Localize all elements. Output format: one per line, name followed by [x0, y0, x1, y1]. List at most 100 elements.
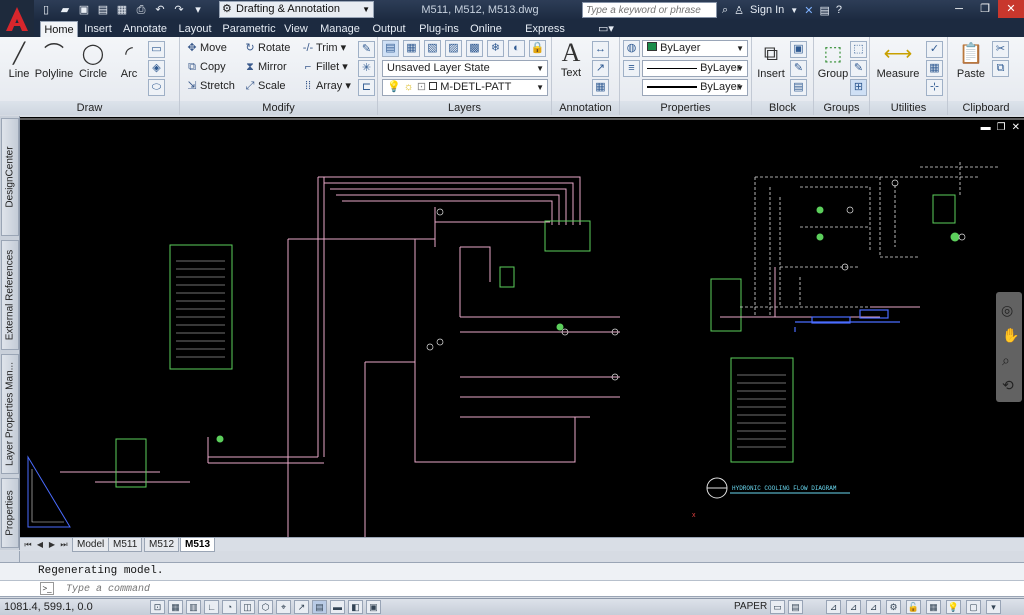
dynamic-ucs-icon[interactable]: ↗: [294, 600, 309, 614]
orbit-icon[interactable]: ⟲: [1002, 377, 1014, 394]
lineweight-dropdown[interactable]: ByLayer ▼: [642, 79, 748, 96]
web-mobile-icon[interactable]: ▦: [114, 2, 130, 18]
last-layout-icon[interactable]: ⏭: [58, 538, 70, 551]
quick-view-drawings-icon[interactable]: ▤: [788, 600, 803, 614]
steering-wheel-icon[interactable]: ◎: [1001, 302, 1013, 319]
edit-block-icon[interactable]: ✎: [790, 60, 807, 77]
current-layer-dropdown[interactable]: 💡 ☼ ⊡ M-DETL-PATT ▼: [382, 79, 548, 96]
trim-button[interactable]: -/- Trim ▾: [300, 39, 346, 57]
help-icon[interactable]: ?: [836, 4, 842, 16]
arc-button[interactable]: ◜ Arc: [110, 40, 148, 80]
app-store-icon[interactable]: ▤: [819, 4, 829, 17]
ribbon-minimize-icon[interactable]: ▭▾: [594, 21, 618, 37]
restore-icon[interactable]: ❐: [972, 0, 998, 18]
workspace-switching-icon[interactable]: ⚙: [886, 600, 901, 614]
prev-layout-icon[interactable]: ◀: [34, 538, 46, 551]
layout-tab-m511[interactable]: M511: [108, 538, 143, 552]
text-button[interactable]: A Text: [552, 39, 590, 80]
pan-icon[interactable]: ✋: [1002, 327, 1019, 344]
lineweight-icon[interactable]: ▬: [330, 600, 345, 614]
annotation-panel-title[interactable]: Annotation: [552, 101, 619, 115]
tab-annotate[interactable]: Annotate: [120, 21, 170, 37]
grid-display-icon[interactable]: ▥: [186, 600, 201, 614]
dimension-icon[interactable]: ↔: [592, 41, 609, 58]
groups-panel-title[interactable]: Groups: [814, 101, 869, 115]
layer-lock-icon[interactable]: 🔒: [529, 40, 546, 57]
point-style-icon[interactable]: ⊹: [926, 79, 943, 96]
tab-insert[interactable]: Insert: [80, 21, 116, 37]
layer-freeze-icon[interactable]: ❄: [487, 40, 504, 57]
paste-button[interactable]: 📋 Paste: [952, 40, 990, 80]
cut-icon[interactable]: ✂: [992, 41, 1009, 58]
first-layout-icon[interactable]: ⏮: [22, 538, 34, 551]
line-button[interactable]: ╱ Line: [0, 40, 38, 80]
workspace-dropdown[interactable]: ⚙ Drafting & Annotation ▼: [219, 1, 374, 18]
clean-screen-icon[interactable]: ▢: [966, 600, 981, 614]
quick-select-icon[interactable]: ✓: [926, 41, 943, 58]
dynamic-input-icon[interactable]: ▤: [312, 600, 327, 614]
isolate-objects-icon[interactable]: 💡: [946, 600, 961, 614]
polar-tracking-icon[interactable]: ◔: [222, 600, 237, 614]
properties-panel-title[interactable]: Properties: [620, 101, 751, 115]
leader-icon[interactable]: ↗: [592, 60, 609, 77]
fillet-button[interactable]: ⌐ Fillet ▾: [300, 58, 348, 76]
color-dropdown[interactable]: ByLayer ▼: [642, 40, 748, 57]
user-icon[interactable]: ♙: [734, 4, 744, 17]
measure-button[interactable]: ⟷ Measure: [876, 40, 920, 80]
tab-home[interactable]: Home: [40, 21, 78, 37]
save-icon[interactable]: ▣: [76, 2, 92, 18]
table-icon[interactable]: ▦: [592, 79, 609, 96]
erase-icon[interactable]: ✎: [358, 41, 375, 58]
circle-button[interactable]: ◯ Circle: [74, 40, 112, 80]
create-block-icon[interactable]: ▣: [790, 41, 807, 58]
sign-in-link[interactable]: Sign In: [750, 4, 784, 16]
properties-palette-tab[interactable]: Properties: [1, 478, 19, 548]
close-viewport-icon[interactable]: ✕: [1012, 122, 1020, 133]
rotate-button[interactable]: ↻ Rotate: [242, 39, 290, 57]
tab-express-tools[interactable]: Express Tools: [512, 21, 578, 51]
layer-match-icon[interactable]: ▦: [403, 40, 420, 57]
quick-properties-icon[interactable]: ▣: [366, 600, 381, 614]
object-snap-icon[interactable]: ◫: [240, 600, 255, 614]
3d-object-snap-icon[interactable]: ⬡: [258, 600, 273, 614]
restore-viewport-icon[interactable]: ❐: [997, 122, 1006, 133]
designcenter-palette-tab[interactable]: DesignCenter: [1, 118, 19, 236]
move-button[interactable]: ✥ Move: [184, 39, 227, 57]
annotation-scale-icon[interactable]: ⊿: [826, 600, 841, 614]
tab-manage[interactable]: Manage: [318, 21, 362, 37]
group-button[interactable]: ⬚ Group: [814, 40, 852, 80]
hardware-acceleration-icon[interactable]: ▦: [926, 600, 941, 614]
minimize-icon[interactable]: ─: [946, 0, 972, 18]
clipboard-panel-title[interactable]: Clipboard: [948, 101, 1024, 115]
layer-previous-icon[interactable]: ▧: [424, 40, 441, 57]
status-menu-icon[interactable]: ▾: [986, 600, 1001, 614]
search-input[interactable]: [582, 2, 717, 18]
polyline-button[interactable]: ⌒ Polyline: [34, 40, 74, 80]
layer-properties-icon[interactable]: ▤: [382, 40, 399, 57]
minimize-viewport-icon[interactable]: ▬: [981, 122, 991, 133]
hatch-icon[interactable]: ◈: [148, 60, 165, 77]
list-icon[interactable]: ≡: [623, 60, 640, 77]
search-icon[interactable]: ⌕: [722, 4, 728, 17]
ellipse-icon[interactable]: ⬭: [148, 79, 165, 96]
object-snap-tracking-icon[interactable]: ⌖: [276, 600, 291, 614]
ortho-mode-icon[interactable]: ∟: [204, 600, 219, 614]
snap-mode-icon[interactable]: ▦: [168, 600, 183, 614]
block-attribute-icon[interactable]: ▤: [790, 79, 807, 96]
insert-button[interactable]: ⧉ Insert: [752, 40, 790, 80]
layer-state-dropdown[interactable]: Unsaved Layer State ▼: [382, 60, 548, 77]
tab-plugins[interactable]: Plug-ins: [415, 21, 463, 37]
command-input[interactable]: [66, 582, 666, 596]
rectangle-icon[interactable]: ▭: [148, 41, 165, 58]
external-references-palette-tab[interactable]: External References: [1, 240, 19, 350]
undo-icon[interactable]: ↶: [152, 2, 168, 18]
layer-properties-palette-tab[interactable]: Layer Properties Man...: [1, 354, 19, 474]
next-layout-icon[interactable]: ▶: [46, 538, 58, 551]
array-button[interactable]: ⁞⁞ Array ▾: [300, 77, 351, 95]
tab-parametric[interactable]: Parametric: [221, 21, 277, 37]
lock-ui-icon[interactable]: 🔓: [906, 600, 921, 614]
drawing-canvas[interactable]: HYDRONIC COOLING FLOW DIAGRAM x ▬ ❐ ✕ ◎ …: [20, 117, 1024, 537]
layer-off-icon[interactable]: ◐: [508, 40, 525, 57]
group-selection-icon[interactable]: ⊞: [850, 79, 867, 96]
linetype-dropdown[interactable]: ByLayer ▼: [642, 60, 748, 77]
